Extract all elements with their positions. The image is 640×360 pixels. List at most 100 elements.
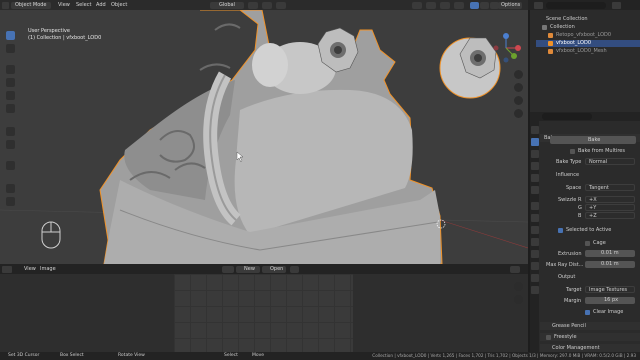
outliner[interactable]: Scene Collection Collection Retopo_vfxbo… (530, 10, 640, 112)
image-zoom-icon[interactable] (514, 282, 523, 291)
ortho-toggle-icon[interactable] (514, 109, 523, 118)
transform-tool-icon[interactable] (6, 104, 15, 113)
visibility-icon[interactable] (412, 1, 422, 9)
pin-icon[interactable] (290, 265, 299, 273)
bake-type-dropdown[interactable]: Normal (585, 158, 635, 165)
output-tab-icon[interactable] (530, 150, 539, 158)
options-dropdown[interactable]: Options (498, 1, 522, 9)
margin-field[interactable]: 16 px (585, 297, 635, 304)
clear-image-checkbox[interactable] (585, 310, 590, 315)
target-value: Image Textures (589, 287, 628, 293)
extrusion-field[interactable]: 0.01 m (585, 250, 635, 257)
image-menu-view[interactable]: View (24, 266, 36, 272)
rotate-tool-icon[interactable] (6, 78, 15, 87)
selected-to-active-checkbox[interactable] (558, 228, 563, 233)
menu-add[interactable]: Add (96, 2, 106, 8)
properties-search-input[interactable] (542, 113, 592, 120)
status-hint-cursor: Set 3D Cursor (8, 353, 40, 358)
snap-icon[interactable] (262, 1, 272, 9)
filter-icon[interactable] (612, 1, 621, 9)
image-editor[interactable]: View Image New Open (0, 264, 528, 352)
image-browse-icon[interactable] (222, 265, 234, 273)
sidebar-toggle-icon[interactable] (510, 265, 520, 273)
image-pan-icon[interactable] (514, 295, 523, 304)
zoom-icon[interactable] (514, 70, 523, 79)
cursor-tool-icon[interactable] (6, 44, 15, 53)
output-subpanel-header[interactable]: Output (550, 274, 640, 281)
influence-label: Influence (556, 172, 580, 178)
menu-object[interactable]: Object (111, 2, 127, 8)
inset-tool-icon[interactable] (6, 197, 15, 206)
new-image-button[interactable]: New (236, 265, 260, 273)
pivot-icon[interactable] (248, 1, 258, 9)
outliner-item-collection[interactable]: Collection (536, 24, 640, 31)
extrude-tool-icon[interactable] (6, 184, 15, 193)
material-tab-icon[interactable] (530, 274, 539, 282)
tool-tab-icon[interactable] (530, 126, 539, 134)
properties-panel[interactable]: Bake Bake Bake from Multires Bake Type N… (530, 112, 640, 352)
particles-tab-icon[interactable] (530, 226, 539, 234)
3d-viewport[interactable]: User Perspective (1) Collection | vfxboo… (0, 10, 528, 264)
overlay-icon[interactable] (440, 1, 450, 9)
open-image-button[interactable]: Open (262, 265, 286, 273)
annotate-tool-icon[interactable] (6, 127, 15, 136)
cage-checkbox[interactable] (585, 241, 590, 246)
swizzle-r-dropdown[interactable]: +X (585, 196, 635, 203)
navigation-gizmo[interactable] (488, 30, 524, 66)
outliner-scene-label: Scene Collection (546, 16, 588, 22)
freestyle-checkbox[interactable] (546, 334, 551, 340)
bake-from-multires-checkbox[interactable] (570, 149, 575, 154)
image-menu-image[interactable]: Image (40, 266, 56, 272)
select-box-icon[interactable] (6, 31, 15, 40)
outliner-item-label: Retopo_vfxboot_LOD0 (556, 32, 612, 38)
outliner-scene-collection[interactable]: Scene Collection (536, 16, 640, 23)
influence-subpanel-header[interactable]: Influence (550, 172, 640, 179)
outliner-search-input[interactable] (546, 1, 606, 9)
solid-shading-icon[interactable] (470, 1, 479, 9)
image-editor-type-button[interactable] (2, 265, 12, 273)
swizzle-b-dropdown[interactable]: +Z (585, 212, 635, 219)
menu-select[interactable]: Select (76, 2, 91, 8)
scene-tab-icon[interactable] (530, 174, 539, 182)
xray-icon[interactable] (454, 1, 464, 9)
constraints-tab-icon[interactable] (530, 250, 539, 258)
status-bar: Set 3D Cursor Box Select Rotate View Sel… (0, 352, 640, 360)
open-image-label: Open (270, 265, 284, 272)
color-management-panel-header[interactable]: Color Management (540, 344, 640, 352)
transform-orientation-dropdown[interactable]: Global (210, 1, 244, 9)
measure-tool-icon[interactable] (6, 140, 15, 149)
data-tab-icon[interactable] (530, 262, 539, 270)
pan-icon[interactable] (514, 83, 523, 92)
proportional-edit-icon[interactable] (276, 1, 286, 9)
outliner-item-vfxboot[interactable]: vfxboot_LOD0 (536, 40, 640, 47)
modifier-tab-icon[interactable] (530, 214, 539, 222)
swizzle-g-dropdown[interactable]: +Y (585, 204, 635, 211)
gizmo-icon[interactable] (426, 1, 436, 9)
physics-tab-icon[interactable] (530, 238, 539, 246)
editor-type-button[interactable] (2, 1, 9, 9)
wireframe-shading-icon[interactable] (480, 1, 489, 9)
world-tab-icon[interactable] (530, 186, 539, 194)
menu-view[interactable]: View (58, 2, 70, 8)
scale-tool-icon[interactable] (6, 91, 15, 100)
outliner-editor-icon[interactable] (534, 1, 543, 9)
target-dropdown[interactable]: Image Textures (585, 286, 635, 293)
view-layer-tab-icon[interactable] (530, 162, 539, 170)
move-tool-icon[interactable] (6, 65, 15, 74)
add-cube-tool-icon[interactable] (6, 161, 15, 170)
bake-button[interactable]: Bake (550, 136, 636, 144)
texture-tab-icon[interactable] (530, 286, 539, 294)
outliner-item-vfxboot-mesh[interactable]: vfxboot_LOD0_Mesh (536, 48, 640, 55)
grease-pencil-panel-header[interactable]: Grease Pencil (540, 322, 640, 330)
camera-view-icon[interactable] (514, 96, 523, 105)
max-ray-field[interactable]: 0.01 m (585, 261, 635, 268)
boot-mesh-render (0, 10, 528, 264)
mode-dropdown[interactable]: Object Mode (11, 1, 51, 9)
status-hint-box-select: Box Select (60, 353, 84, 358)
outliner-item-retopo[interactable]: Retopo_vfxboot_LOD0 (536, 32, 640, 39)
object-tab-icon[interactable] (530, 202, 539, 210)
space-dropdown[interactable]: Tangent (585, 184, 635, 191)
swizzle-r-label: Swizzle R (558, 197, 582, 203)
freestyle-panel-header[interactable]: Freestyle (540, 333, 640, 341)
render-tab-icon[interactable] (530, 138, 539, 146)
